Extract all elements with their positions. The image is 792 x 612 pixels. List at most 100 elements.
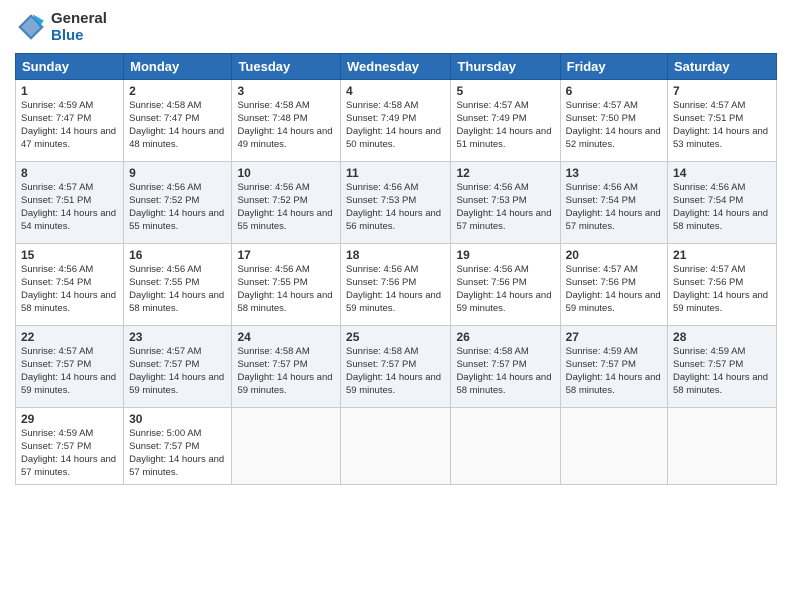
calendar-cell: 11 Sunrise: 4:56 AM Sunset: 7:53 PM Dayl…	[341, 161, 451, 243]
weekday-header-saturday: Saturday	[668, 53, 777, 79]
weekday-header-sunday: Sunday	[16, 53, 124, 79]
calendar-week-row: 15 Sunrise: 4:56 AM Sunset: 7:54 PM Dayl…	[16, 243, 777, 325]
day-number: 28	[673, 330, 771, 344]
day-number: 21	[673, 248, 771, 262]
calendar-cell: 5 Sunrise: 4:57 AM Sunset: 7:49 PM Dayli…	[451, 79, 560, 161]
day-number: 19	[456, 248, 554, 262]
day-detail: Sunrise: 4:59 AM Sunset: 7:57 PM Dayligh…	[566, 345, 662, 398]
calendar-cell: 8 Sunrise: 4:57 AM Sunset: 7:51 PM Dayli…	[16, 161, 124, 243]
calendar-cell: 22 Sunrise: 4:57 AM Sunset: 7:57 PM Dayl…	[16, 325, 124, 407]
day-number: 26	[456, 330, 554, 344]
calendar-cell: 2 Sunrise: 4:58 AM Sunset: 7:47 PM Dayli…	[124, 79, 232, 161]
day-detail: Sunrise: 4:58 AM Sunset: 7:57 PM Dayligh…	[237, 345, 335, 398]
day-detail: Sunrise: 4:56 AM Sunset: 7:53 PM Dayligh…	[456, 181, 554, 234]
header: General Blue	[15, 10, 777, 45]
day-number: 3	[237, 84, 335, 98]
day-number: 2	[129, 84, 226, 98]
day-detail: Sunrise: 4:56 AM Sunset: 7:52 PM Dayligh…	[237, 181, 335, 234]
day-detail: Sunrise: 4:56 AM Sunset: 7:54 PM Dayligh…	[673, 181, 771, 234]
day-number: 23	[129, 330, 226, 344]
calendar-cell: 24 Sunrise: 4:58 AM Sunset: 7:57 PM Dayl…	[232, 325, 341, 407]
weekday-header-monday: Monday	[124, 53, 232, 79]
calendar-cell: 28 Sunrise: 4:59 AM Sunset: 7:57 PM Dayl…	[668, 325, 777, 407]
calendar-cell: 13 Sunrise: 4:56 AM Sunset: 7:54 PM Dayl…	[560, 161, 667, 243]
day-number: 1	[21, 84, 118, 98]
day-detail: Sunrise: 4:58 AM Sunset: 7:48 PM Dayligh…	[237, 99, 335, 152]
day-detail: Sunrise: 4:59 AM Sunset: 7:47 PM Dayligh…	[21, 99, 118, 152]
weekday-header-thursday: Thursday	[451, 53, 560, 79]
day-number: 16	[129, 248, 226, 262]
calendar-cell: 17 Sunrise: 4:56 AM Sunset: 7:55 PM Dayl…	[232, 243, 341, 325]
calendar-cell	[560, 407, 667, 484]
day-detail: Sunrise: 4:57 AM Sunset: 7:56 PM Dayligh…	[673, 263, 771, 316]
day-detail: Sunrise: 4:59 AM Sunset: 7:57 PM Dayligh…	[21, 427, 118, 480]
day-number: 18	[346, 248, 445, 262]
calendar-cell: 7 Sunrise: 4:57 AM Sunset: 7:51 PM Dayli…	[668, 79, 777, 161]
logo: General Blue	[15, 10, 107, 45]
day-number: 12	[456, 166, 554, 180]
day-number: 6	[566, 84, 662, 98]
calendar-cell: 25 Sunrise: 4:58 AM Sunset: 7:57 PM Dayl…	[341, 325, 451, 407]
calendar-cell: 14 Sunrise: 4:56 AM Sunset: 7:54 PM Dayl…	[668, 161, 777, 243]
calendar-table: SundayMondayTuesdayWednesdayThursdayFrid…	[15, 53, 777, 485]
day-detail: Sunrise: 4:59 AM Sunset: 7:57 PM Dayligh…	[673, 345, 771, 398]
calendar-cell: 18 Sunrise: 4:56 AM Sunset: 7:56 PM Dayl…	[341, 243, 451, 325]
calendar-cell: 15 Sunrise: 4:56 AM Sunset: 7:54 PM Dayl…	[16, 243, 124, 325]
day-number: 14	[673, 166, 771, 180]
logo-icon	[15, 11, 47, 43]
day-number: 30	[129, 412, 226, 426]
day-number: 20	[566, 248, 662, 262]
calendar-cell: 12 Sunrise: 4:56 AM Sunset: 7:53 PM Dayl…	[451, 161, 560, 243]
day-number: 9	[129, 166, 226, 180]
day-detail: Sunrise: 4:57 AM Sunset: 7:57 PM Dayligh…	[129, 345, 226, 398]
calendar-week-row: 29 Sunrise: 4:59 AM Sunset: 7:57 PM Dayl…	[16, 407, 777, 484]
calendar-week-row: 8 Sunrise: 4:57 AM Sunset: 7:51 PM Dayli…	[16, 161, 777, 243]
day-number: 29	[21, 412, 118, 426]
calendar-cell: 20 Sunrise: 4:57 AM Sunset: 7:56 PM Dayl…	[560, 243, 667, 325]
day-number: 13	[566, 166, 662, 180]
calendar-cell: 9 Sunrise: 4:56 AM Sunset: 7:52 PM Dayli…	[124, 161, 232, 243]
day-number: 10	[237, 166, 335, 180]
day-number: 24	[237, 330, 335, 344]
day-number: 5	[456, 84, 554, 98]
day-detail: Sunrise: 4:57 AM Sunset: 7:50 PM Dayligh…	[566, 99, 662, 152]
calendar-cell: 4 Sunrise: 4:58 AM Sunset: 7:49 PM Dayli…	[341, 79, 451, 161]
day-detail: Sunrise: 4:57 AM Sunset: 7:57 PM Dayligh…	[21, 345, 118, 398]
day-number: 8	[21, 166, 118, 180]
day-detail: Sunrise: 4:57 AM Sunset: 7:49 PM Dayligh…	[456, 99, 554, 152]
calendar-cell: 1 Sunrise: 4:59 AM Sunset: 7:47 PM Dayli…	[16, 79, 124, 161]
day-number: 17	[237, 248, 335, 262]
day-detail: Sunrise: 4:58 AM Sunset: 7:57 PM Dayligh…	[346, 345, 445, 398]
calendar-cell: 30 Sunrise: 5:00 AM Sunset: 7:57 PM Dayl…	[124, 407, 232, 484]
calendar-cell: 27 Sunrise: 4:59 AM Sunset: 7:57 PM Dayl…	[560, 325, 667, 407]
day-detail: Sunrise: 4:56 AM Sunset: 7:52 PM Dayligh…	[129, 181, 226, 234]
day-number: 11	[346, 166, 445, 180]
logo-text: General Blue	[51, 10, 107, 45]
calendar-cell: 10 Sunrise: 4:56 AM Sunset: 7:52 PM Dayl…	[232, 161, 341, 243]
day-detail: Sunrise: 4:58 AM Sunset: 7:49 PM Dayligh…	[346, 99, 445, 152]
calendar-cell: 21 Sunrise: 4:57 AM Sunset: 7:56 PM Dayl…	[668, 243, 777, 325]
day-detail: Sunrise: 4:56 AM Sunset: 7:56 PM Dayligh…	[456, 263, 554, 316]
calendar-cell	[668, 407, 777, 484]
day-number: 25	[346, 330, 445, 344]
calendar-week-row: 22 Sunrise: 4:57 AM Sunset: 7:57 PM Dayl…	[16, 325, 777, 407]
page: General Blue SundayMondayTuesdayWednesda…	[0, 0, 792, 612]
day-detail: Sunrise: 4:56 AM Sunset: 7:53 PM Dayligh…	[346, 181, 445, 234]
calendar-cell: 29 Sunrise: 4:59 AM Sunset: 7:57 PM Dayl…	[16, 407, 124, 484]
day-detail: Sunrise: 4:57 AM Sunset: 7:56 PM Dayligh…	[566, 263, 662, 316]
day-detail: Sunrise: 4:58 AM Sunset: 7:47 PM Dayligh…	[129, 99, 226, 152]
calendar-cell: 16 Sunrise: 4:56 AM Sunset: 7:55 PM Dayl…	[124, 243, 232, 325]
weekday-header-wednesday: Wednesday	[341, 53, 451, 79]
day-number: 4	[346, 84, 445, 98]
day-detail: Sunrise: 4:57 AM Sunset: 7:51 PM Dayligh…	[673, 99, 771, 152]
weekday-header-friday: Friday	[560, 53, 667, 79]
day-detail: Sunrise: 4:57 AM Sunset: 7:51 PM Dayligh…	[21, 181, 118, 234]
calendar-cell: 23 Sunrise: 4:57 AM Sunset: 7:57 PM Dayl…	[124, 325, 232, 407]
day-detail: Sunrise: 4:56 AM Sunset: 7:56 PM Dayligh…	[346, 263, 445, 316]
calendar-cell	[232, 407, 341, 484]
calendar-cell: 6 Sunrise: 4:57 AM Sunset: 7:50 PM Dayli…	[560, 79, 667, 161]
day-number: 7	[673, 84, 771, 98]
calendar-cell	[341, 407, 451, 484]
day-detail: Sunrise: 4:56 AM Sunset: 7:55 PM Dayligh…	[237, 263, 335, 316]
day-detail: Sunrise: 4:56 AM Sunset: 7:55 PM Dayligh…	[129, 263, 226, 316]
